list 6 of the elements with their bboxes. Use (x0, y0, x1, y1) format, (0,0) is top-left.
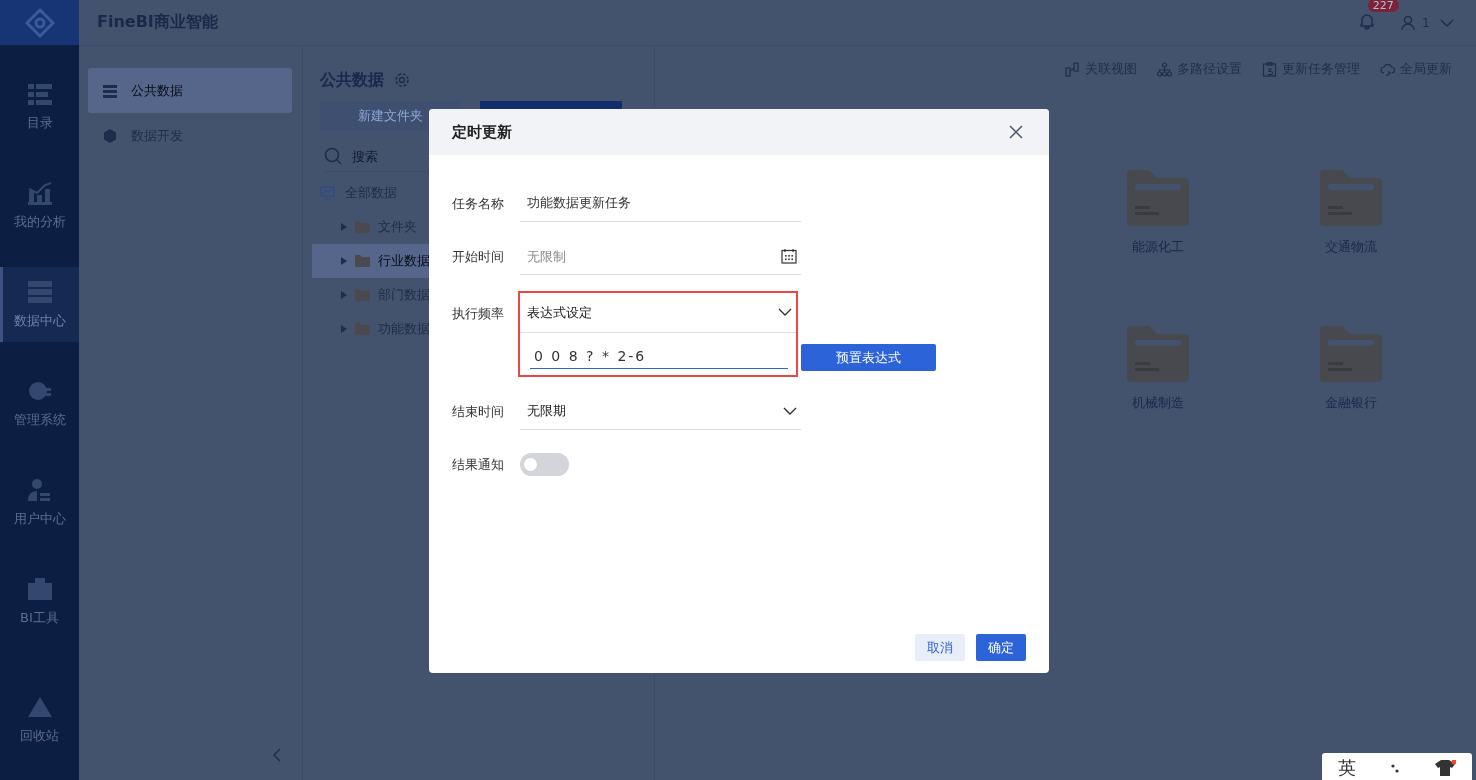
notification-badge: 227 (1367, 0, 1399, 12)
field-label: 任务名称 (452, 195, 505, 213)
field-label: 开始时间 (452, 248, 505, 266)
field-label: 结束时间 (452, 403, 505, 421)
field-label: 执行频率 (452, 305, 505, 323)
field-label: 结果通知 (452, 456, 505, 474)
